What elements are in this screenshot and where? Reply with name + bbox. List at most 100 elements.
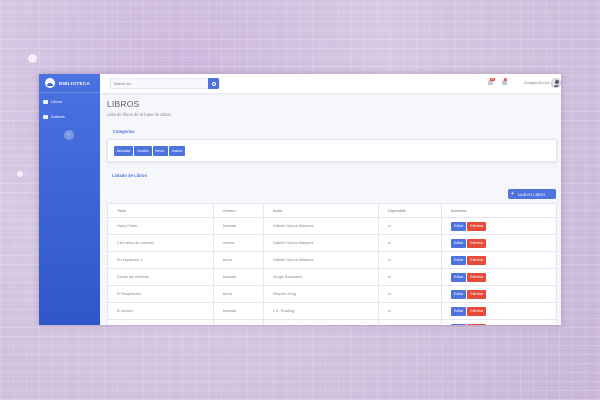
- book-available-cell: si: [378, 268, 442, 286]
- categories-title: Categorias: [113, 129, 135, 134]
- sidebar-item-label: Autores: [51, 114, 65, 119]
- logo-icon: [45, 78, 55, 88]
- page-subtitle: Lista de libros de la base de datos.: [107, 112, 172, 117]
- delete-button[interactable]: Eliminar: [467, 221, 487, 231]
- delete-button[interactable]: Eliminar: [467, 323, 487, 325]
- sidebar-item-label: Libros: [51, 99, 62, 104]
- search-icon: [211, 81, 216, 86]
- book-genre-cell: drama: [213, 319, 264, 325]
- book-author-cell: Stephen King: [263, 285, 379, 303]
- book-title-cell: Desde las estrellas: [107, 268, 214, 286]
- category-chip[interactable]: novela: [134, 146, 152, 156]
- book-actions-cell: EditarEliminar: [441, 251, 557, 269]
- edit-button[interactable]: Editar: [451, 306, 467, 316]
- book-actions-cell: EditarEliminar: [441, 302, 557, 320]
- book-available-cell: si: [378, 302, 442, 320]
- book-available-cell: si: [378, 319, 442, 325]
- category-chip[interactable]: fantasia: [114, 146, 134, 156]
- main-content: LIBROS Lista de libros de la base de dat…: [107, 99, 557, 325]
- column-header-titulo[interactable]: Titulo: [107, 203, 214, 218]
- book-available-cell: si: [378, 251, 442, 269]
- sidebar: BIBLIOTECA Libros Autores ‹: [39, 74, 100, 325]
- column-header-autor[interactable]: Autor: [263, 203, 379, 218]
- categories-card: fantasia novela terror drama: [107, 139, 557, 162]
- edit-button[interactable]: Editar: [451, 255, 467, 265]
- background-node-icon: [28, 54, 37, 63]
- book-title-cell: El resplandor 2: [107, 251, 214, 269]
- search-button[interactable]: [208, 78, 219, 89]
- edit-button[interactable]: Editar: [451, 238, 467, 248]
- delete-button[interactable]: Eliminar: [467, 289, 487, 299]
- category-chip[interactable]: drama: [168, 146, 186, 156]
- table-row: Desde las estrellas fantasia Sergio Bambar…: [107, 268, 557, 286]
- table-icon: [43, 114, 48, 119]
- sidebar-item-autores[interactable]: Autores: [39, 109, 100, 124]
- edit-button[interactable]: Editar: [451, 221, 467, 231]
- table-row: ZapaterodramaL.K. RowlingsiEditarElimina…: [107, 319, 557, 325]
- table-header-row: Titulo Genero Autor Disponible Acciones: [107, 203, 557, 218]
- book-title-cell: Zapatero: [107, 319, 214, 325]
- book-available-cell: si: [378, 217, 442, 235]
- messages-button[interactable]: 7: [502, 78, 508, 85]
- edit-button[interactable]: Editar: [451, 272, 467, 282]
- search-box: [110, 78, 220, 89]
- table-row: Harry Potter fantasia Gabriel García Márqu…: [107, 217, 557, 235]
- alerts-button[interactable]: 3+: [488, 78, 495, 85]
- delete-button[interactable]: Eliminar: [467, 238, 487, 248]
- book-title-cell: Harry Potter: [107, 217, 214, 235]
- column-header-genero[interactable]: Genero: [213, 203, 264, 218]
- edit-button[interactable]: Editar: [451, 323, 467, 325]
- table-row: El Resplandor terror Stephen King si Editar E…: [107, 285, 557, 303]
- new-book-button[interactable]: + NUEVO LIBRO: [508, 189, 556, 199]
- book-icon: [43, 99, 48, 104]
- book-genre-cell: terror: [213, 251, 264, 269]
- book-available-cell: si: [378, 285, 442, 303]
- book-available-cell: si: [378, 234, 442, 252]
- books-list-title: Listado de Libros: [112, 173, 147, 178]
- brand-title: BIBLIOTECA: [59, 80, 91, 86]
- edit-button[interactable]: Editar: [451, 289, 467, 299]
- user-name[interactable]: Douglas McGee: [524, 81, 550, 85]
- search-input[interactable]: [111, 79, 209, 88]
- book-actions-cell: EditarEliminar: [441, 285, 557, 303]
- book-author-cell: L.K. Rowling: [263, 319, 379, 325]
- plus-icon: +: [511, 191, 514, 197]
- book-author-cell: Gabriel García Márquez: [263, 251, 379, 269]
- book-actions-cell: EditarEliminar: [441, 234, 557, 252]
- book-actions-cell: EditarEliminar: [441, 217, 557, 235]
- books-table: Titulo Genero Autor Disponible Acciones …: [107, 203, 557, 325]
- topbar: 3+ 7 Douglas McGee: [100, 74, 561, 93]
- book-genre-cell: fantasia: [213, 217, 264, 235]
- alerts-badge: 3+: [490, 78, 495, 81]
- book-genre-cell: fantasia: [213, 302, 264, 320]
- book-author-cell: Gabriel García Márquez: [263, 217, 379, 235]
- delete-button[interactable]: Eliminar: [467, 272, 487, 282]
- book-author-cell: Sergio Bambarén: [263, 268, 379, 286]
- column-header-acciones[interactable]: Acciones: [441, 203, 557, 218]
- avatar[interactable]: [551, 78, 561, 88]
- column-header-disponible[interactable]: Disponible: [378, 203, 442, 218]
- book-title-cell: Cien años de soledad: [107, 234, 214, 252]
- background-node-icon: [17, 171, 23, 177]
- delete-button[interactable]: Eliminar: [467, 306, 487, 316]
- book-title-cell: El Resplandor: [107, 285, 214, 303]
- book-genre-cell: fantasia: [213, 268, 264, 286]
- book-genre-cell: terror: [213, 285, 264, 303]
- book-author-cell: L.K. Rowling: [263, 302, 379, 320]
- book-title-cell: El sinistro: [107, 302, 214, 320]
- book-actions-cell: EditarEliminar: [441, 319, 557, 325]
- category-chip[interactable]: terror: [152, 146, 168, 156]
- new-book-label: NUEVO LIBRO: [517, 191, 546, 197]
- page-title: LIBROS: [107, 99, 140, 109]
- app-window: BIBLIOTECA Libros Autores ‹ 3+ 7 Douglas…: [39, 74, 561, 325]
- table-row: El resplandor 2 terror Gabriel García Márq…: [107, 251, 557, 269]
- book-actions-cell: EditarEliminar: [441, 268, 557, 286]
- sidebar-toggle-button[interactable]: ‹: [64, 130, 74, 140]
- table-row: Cien años de soledad novela Gabriel García…: [107, 234, 557, 252]
- book-author-cell: Gabriel García Márquez: [263, 234, 379, 252]
- delete-button[interactable]: Eliminar: [467, 255, 487, 265]
- table-row: El sinistro fantasia L.K. Rowling si Editar E…: [107, 302, 557, 320]
- sidebar-item-libros[interactable]: Libros: [39, 94, 100, 109]
- sidebar-brand[interactable]: BIBLIOTECA: [39, 74, 100, 93]
- book-genre-cell: novela: [213, 234, 264, 252]
